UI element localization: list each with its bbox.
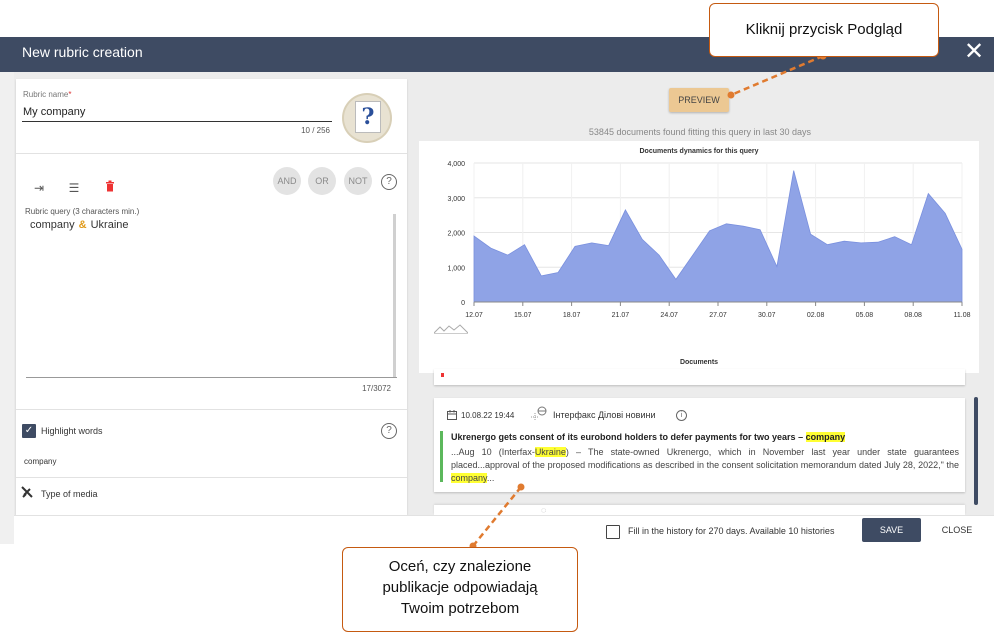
preview-button[interactable]: PREVIEW — [669, 88, 729, 112]
x-tick-label: 27.07 — [709, 312, 727, 319]
format-lines-icon[interactable]: ☰ — [66, 180, 82, 196]
document-card[interactable] — [434, 369, 965, 385]
calendar-icon — [447, 410, 457, 422]
divider — [16, 409, 407, 410]
query-underline — [26, 377, 397, 378]
rubric-name-input[interactable] — [22, 103, 332, 122]
x-tick-label: 30.07 — [758, 312, 776, 319]
status-marker — [441, 373, 444, 377]
highlighted-word: Ukraine — [534, 447, 566, 457]
callout-line: Oceń, czy znalezione — [388, 558, 532, 575]
and-operator-button[interactable]: AND — [273, 167, 301, 195]
documents-callout: Oceń, czy znalezione publikacje odpowiad… — [342, 547, 578, 632]
x-tick-label: 21.07 — [612, 312, 630, 319]
y-tick-label: 4,000 — [447, 161, 465, 168]
not-operator-button[interactable]: NOT — [344, 167, 372, 195]
query-term: Ukraine — [90, 219, 129, 231]
callout-line: publikacje odpowiadają — [382, 579, 538, 596]
fill-history-label: Fill in the history for 270 days. Availa… — [628, 526, 835, 536]
mini-chart-icon[interactable] — [433, 321, 469, 339]
globe-source-icon: ◌ — [541, 505, 547, 515]
highlight-words-label: Highlight words — [41, 426, 103, 436]
query-char-counter: 17/3072 — [362, 384, 391, 393]
highlighted-word: company — [451, 473, 487, 483]
rubric-name-label: Rubric name* — [23, 90, 72, 99]
document-date: 10.08.22 19:44 — [461, 411, 515, 420]
highlight-words-checkbox[interactable]: ✓ — [22, 424, 36, 438]
rubric-settings-panel — [16, 79, 407, 515]
y-tick-label: 0 — [461, 300, 465, 307]
x-tick-label: 12.07 — [465, 312, 483, 319]
save-button[interactable]: SAVE — [862, 518, 921, 542]
x-tick-label: 08.08 — [904, 312, 922, 319]
y-tick-label: 2,000 — [447, 231, 465, 238]
close-icon[interactable]: ✕ — [962, 40, 986, 64]
query-scrollbar[interactable] — [393, 214, 396, 377]
document-snippet: ...Aug 10 (Interfax-Ukraine) – The state… — [451, 447, 959, 483]
indent-icon[interactable]: ⇥ — [31, 180, 47, 196]
globe-source-icon — [530, 406, 548, 425]
help-book-icon[interactable]: ? — [344, 95, 390, 141]
documents-dynamics-chart: 0 1,000 2,000 3,000 4,000 12.07 15.07 18.07 21.0… — [447, 161, 971, 319]
query-help-icon[interactable]: ? — [381, 174, 397, 190]
highlight-help-icon[interactable]: ? — [381, 423, 397, 439]
document-title[interactable]: Ukrenergo gets consent of its eurobond h… — [451, 432, 846, 442]
callout-line: Twoim potrzebom — [400, 600, 520, 617]
y-tick-label: 3,000 — [447, 196, 465, 203]
highlight-words-value[interactable]: company — [24, 457, 56, 466]
trash-icon[interactable] — [102, 180, 118, 196]
name-char-counter: 10 / 256 — [301, 126, 330, 135]
query-term: company — [30, 219, 75, 231]
documents-scrollbar[interactable] — [974, 397, 978, 505]
x-tick-label: 18.07 — [563, 312, 581, 319]
required-marker: * — [68, 90, 72, 99]
modal-footer — [14, 515, 994, 545]
documents-heading: Documents — [679, 359, 719, 366]
divider — [16, 153, 407, 154]
fill-history-checkbox[interactable] — [606, 525, 620, 539]
chart-title: Documents dynamics for this query — [639, 148, 759, 155]
type-of-media-toggle[interactable]: Type of media — [41, 489, 98, 499]
info-icon[interactable]: i — [676, 410, 687, 421]
divider — [16, 477, 407, 478]
x-tick-label: 05.08 — [856, 312, 874, 319]
or-operator-button[interactable]: OR — [308, 167, 336, 195]
satellite-icon — [21, 486, 33, 501]
modal-title: New rubric creation — [22, 44, 143, 60]
x-tick-label: 02.08 — [807, 312, 825, 319]
y-tick-label: 1,000 — [447, 265, 465, 272]
preview-callout: Kliknij przycisk Podgląd — [709, 3, 939, 57]
help-question-glyph: ? — [355, 101, 381, 133]
underlying-app-strip — [0, 37, 14, 544]
close-button[interactable]: CLOSE — [936, 518, 978, 542]
highlighted-word: company — [805, 432, 846, 442]
relevance-bar — [440, 431, 443, 482]
rubric-query-label: Rubric query (3 characters min.) — [25, 207, 140, 216]
documents-found-text: 53845 documents found fitting this query… — [588, 127, 812, 137]
document-source[interactable]: Інтерфакс Ділові новини — [553, 410, 655, 420]
rubric-query-input[interactable]: company & Ukraine — [30, 219, 129, 231]
x-tick-label: 15.07 — [514, 312, 532, 319]
document-card[interactable] — [434, 505, 965, 515]
x-tick-label: 11.08 — [954, 312, 971, 319]
x-tick-label: 24.07 — [660, 312, 678, 319]
query-operator: & — [78, 219, 87, 231]
